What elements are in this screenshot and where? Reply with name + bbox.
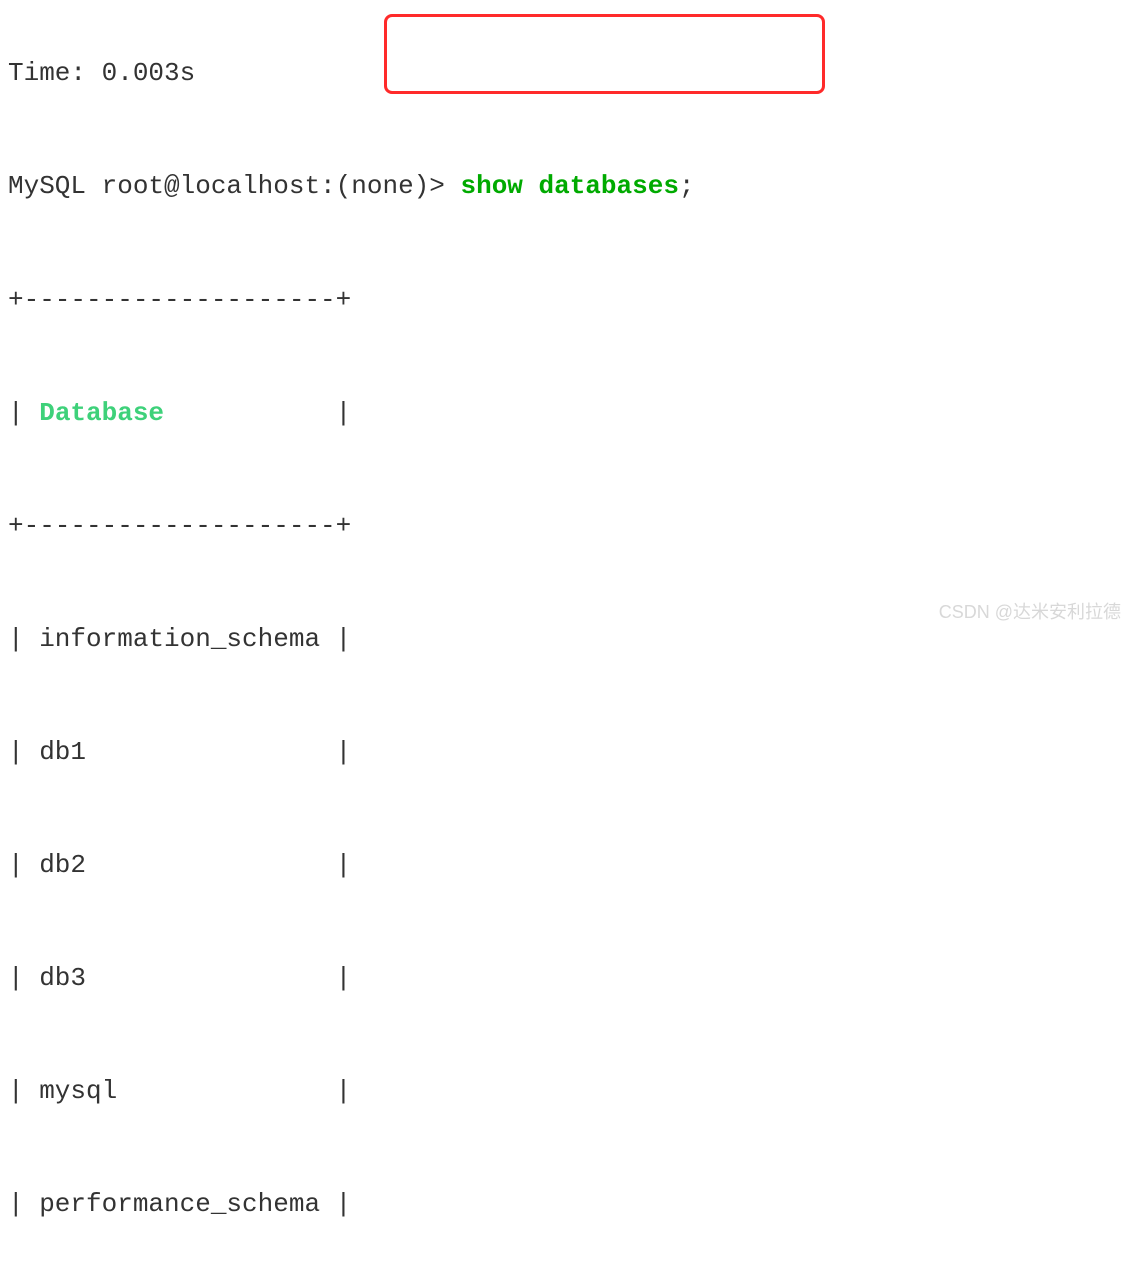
prev-time-line: Time: 0.003s — [8, 55, 1133, 93]
prompt-line-1[interactable]: MySQL root@localhost:(none)> show databa… — [8, 168, 1133, 206]
sql-semicolon: ; — [679, 171, 695, 201]
table-border-top: +--------------------+ — [8, 282, 1133, 320]
table-header-row: | Database | — [8, 395, 1133, 433]
sql-command: show databases — [460, 171, 678, 201]
prompt-prefix: MySQL root@localhost:(none)> — [8, 171, 460, 201]
table-row: | db2 | — [8, 847, 1133, 885]
table-row: | db3 | — [8, 960, 1133, 998]
table-row: | performance_schema | — [8, 1186, 1133, 1224]
table-row: | mysql | — [8, 1073, 1133, 1111]
table-row: | db1 | — [8, 734, 1133, 772]
table-header-label: Database — [39, 398, 164, 428]
table-border-mid: +--------------------+ — [8, 508, 1133, 546]
table-row: | information_schema | — [8, 621, 1133, 659]
terminal-output: Time: 0.003s MySQL root@localhost:(none)… — [0, 0, 1141, 1274]
watermark-text: CSDN @达米安利拉德 — [939, 599, 1121, 625]
